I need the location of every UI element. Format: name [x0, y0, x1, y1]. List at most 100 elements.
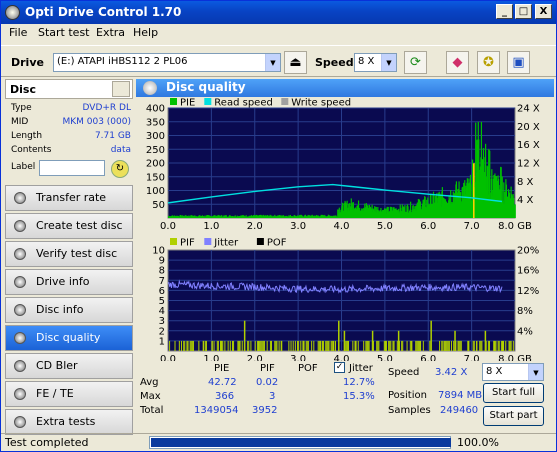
position-stat-value: 7894 MB — [438, 390, 483, 401]
pif-bar — [501, 340, 504, 351]
erase-button[interactable]: ◆ — [446, 51, 469, 74]
pif-bar — [266, 340, 268, 351]
media-button[interactable]: ✪ — [477, 51, 500, 74]
avg-pie: 42.72 — [208, 377, 237, 388]
pif-bar — [457, 340, 459, 351]
pif-bar — [393, 340, 395, 351]
main-panel-header: Disc quality — [136, 79, 554, 97]
pif-x-tick: 8.0 GB — [498, 354, 532, 361]
pif-bar — [384, 340, 387, 351]
pif-bar — [368, 340, 370, 351]
test-speed-value: 8 X — [486, 366, 503, 377]
disc-icon — [14, 304, 26, 316]
pif-bar — [500, 340, 502, 351]
pif-bar — [493, 340, 495, 351]
eject-button[interactable]: ⏏ — [284, 51, 307, 74]
window-title: Opti Drive Control 1.70 — [25, 5, 182, 19]
media-icon: ✪ — [483, 55, 494, 70]
menu-file[interactable]: File — [9, 26, 27, 39]
title-bar: Opti Drive Control 1.70 _ □ X — [1, 1, 556, 24]
speed-y-tick: 16 X — [517, 140, 540, 151]
jitter-y-tick: 4% — [517, 326, 533, 337]
pif-bar — [198, 340, 200, 351]
menu-start-test[interactable]: Start test — [38, 26, 90, 39]
pif-bar — [169, 340, 171, 351]
nav-create-test-disc[interactable]: Create test disc — [5, 213, 133, 239]
nav-verify-test-disc[interactable]: Verify test disc — [5, 241, 133, 267]
pif-bar — [467, 340, 469, 351]
drive-select[interactable]: (E:) ATAPI iHBS112 2 PL06 ▼ — [53, 53, 281, 72]
max-pie: 366 — [215, 391, 235, 402]
pif-bar — [205, 340, 207, 351]
pif-bar — [181, 340, 183, 351]
pif-bar — [451, 340, 453, 351]
pif-bar — [191, 340, 193, 351]
pif-bar — [448, 340, 450, 351]
legend-label-0: PIF — [180, 238, 195, 249]
pif-bar — [354, 340, 357, 351]
pif-bar — [278, 340, 280, 351]
minimize-button[interactable]: _ — [496, 4, 513, 19]
label-refresh-icon[interactable]: ↻ — [111, 160, 129, 178]
disc-icon — [14, 276, 26, 288]
pif-bar — [367, 340, 369, 351]
pif-bar — [445, 340, 447, 351]
pif-bar — [446, 340, 448, 351]
pif-bar — [415, 340, 417, 351]
nav-transfer-rate[interactable]: Transfer rate — [5, 185, 133, 211]
jitter-checkbox[interactable]: ✓ — [334, 362, 345, 373]
nav-drive-info[interactable]: Drive info — [5, 269, 133, 295]
start-part-button[interactable]: Start part — [483, 406, 544, 426]
pif-bar — [190, 340, 192, 351]
maximize-button[interactable]: □ — [515, 4, 532, 19]
pif-bar — [294, 340, 296, 351]
pif-bar — [189, 340, 191, 351]
pie-y-tick: 150 — [146, 172, 165, 183]
pif-bar — [224, 340, 226, 351]
pif-bar — [174, 340, 176, 351]
save-button[interactable]: ▣ — [507, 51, 530, 74]
disc-panel-toggle[interactable] — [112, 81, 130, 97]
pif-bar — [460, 340, 462, 351]
pie-x-tick: 2.0 — [247, 221, 263, 232]
pif-bar — [383, 340, 385, 351]
legend-label-0: PIE — [180, 98, 195, 109]
menu-bar: File Start test Extra Help — [1, 24, 556, 43]
pif-bar — [389, 340, 391, 351]
pif-bar — [250, 340, 252, 351]
nav-fe-te[interactable]: FE / TE — [5, 381, 133, 407]
pif-bar — [239, 340, 241, 351]
main-panel-title: Disc quality — [166, 80, 246, 94]
pif-bar — [418, 340, 420, 351]
speed-select[interactable]: 8 X ▼ — [354, 53, 397, 72]
menu-help[interactable]: Help — [133, 26, 158, 39]
close-button[interactable]: X — [535, 4, 552, 19]
pif-bar — [211, 340, 213, 351]
pif-bar — [498, 340, 500, 351]
start-full-button[interactable]: Start full — [483, 383, 544, 403]
pif-y-tick: 3 — [159, 316, 165, 327]
pif-y-tick: 7 — [159, 276, 165, 287]
menu-extra[interactable]: Extra — [96, 26, 125, 39]
disc-icon — [14, 332, 26, 344]
nav-cd-bler[interactable]: CD Bler — [5, 353, 133, 379]
pif-bar — [271, 340, 273, 351]
nav-disc-info[interactable]: Disc info — [5, 297, 133, 323]
pif-bar — [297, 340, 299, 351]
main-panel: Disc quality PIE Read speed Write speed 50 1… — [136, 79, 554, 431]
pif-bar — [274, 340, 276, 351]
pif-bar — [365, 340, 367, 351]
test-speed-select[interactable]: 8 X ▼ — [482, 363, 544, 381]
disc-icon — [143, 81, 157, 95]
pie-x-tick: 1.0 — [203, 221, 219, 232]
nav-extra-tests[interactable]: Extra tests — [5, 409, 133, 435]
pif-bar — [305, 340, 307, 351]
speed-y-tick: 24 X — [517, 104, 540, 115]
pif-bar — [248, 340, 250, 351]
refresh-button[interactable]: ⟳ — [404, 51, 427, 74]
pif-bar — [334, 340, 336, 351]
disc-label-input[interactable] — [39, 160, 105, 176]
nav-disc-quality[interactable]: Disc quality — [5, 325, 133, 351]
pif-x-tick: 0.0 — [160, 354, 176, 361]
pif-bar — [178, 340, 180, 351]
